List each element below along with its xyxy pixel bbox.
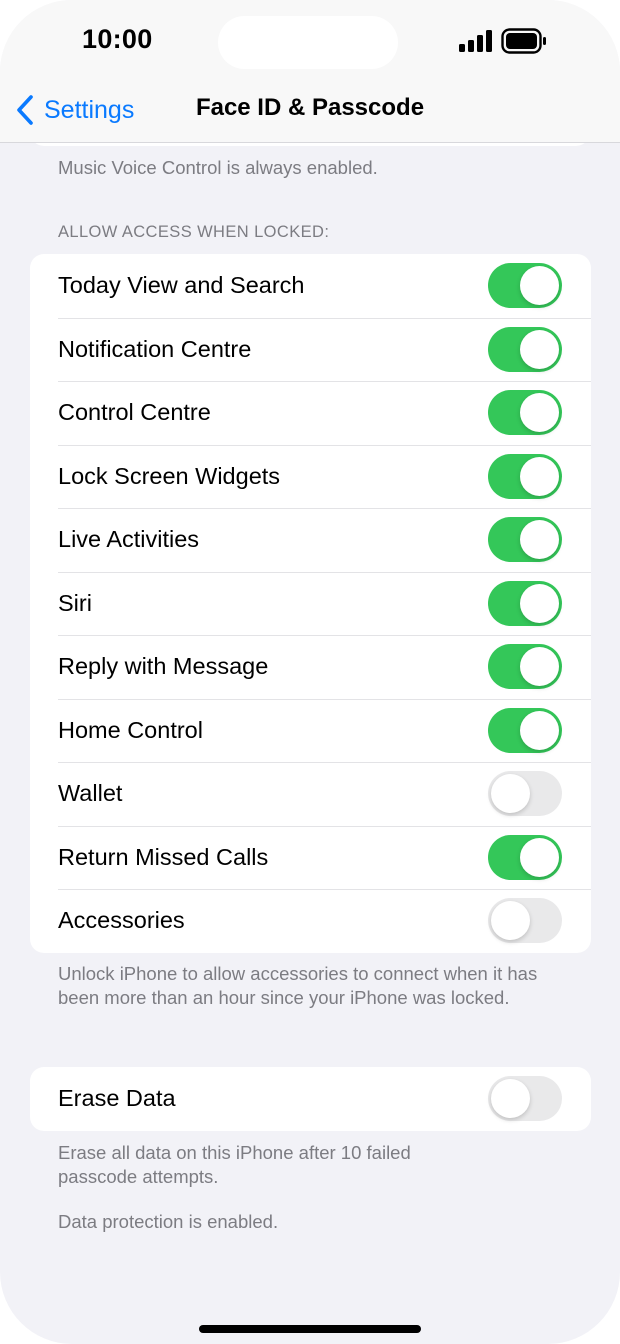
row-return-missed-calls[interactable]: Return Missed Calls — [30, 825, 591, 890]
toggle-knob — [520, 583, 559, 623]
row-label: Siri — [58, 589, 92, 616]
erase-data-group: Erase Data — [30, 1067, 591, 1131]
toggle-knob — [520, 710, 559, 750]
allow-access-group: Today View and Search Notification Centr… — [30, 254, 591, 953]
row-today-view[interactable]: Today View and Search — [30, 254, 591, 318]
erase-data-toggle[interactable] — [488, 1076, 562, 1122]
return-missed-calls-toggle[interactable] — [488, 834, 562, 880]
siri-toggle[interactable] — [488, 580, 562, 626]
row-home-control[interactable]: Home Control — [30, 698, 591, 763]
row-label: Reply with Message — [58, 653, 269, 680]
row-label: Today View and Search — [58, 272, 305, 299]
row-label: Accessories — [58, 907, 185, 934]
cellular-signal-icon — [459, 30, 492, 52]
row-label: Lock Screen Widgets — [58, 462, 281, 489]
toggle-knob — [520, 393, 559, 433]
row-control-centre[interactable]: Control Centre — [30, 381, 591, 445]
live-activities-toggle[interactable] — [488, 517, 562, 563]
toggle-knob — [520, 837, 559, 877]
row-lock-screen-widgets[interactable]: Lock Screen Widgets — [30, 444, 591, 509]
row-notification-centre[interactable]: Notification Centre — [30, 317, 591, 382]
toggle-knob — [520, 266, 559, 306]
toggle-knob — [520, 520, 559, 560]
toggle-knob — [520, 647, 559, 687]
erase-data-footer: Erase all data on this iPhone after 10 f… — [58, 1142, 411, 1187]
toggle-knob — [520, 329, 559, 369]
accessories-footer: Unlock iPhone to allow accessories to co… — [58, 963, 538, 1008]
accessories-toggle[interactable] — [488, 898, 562, 944]
row-erase-data[interactable]: Erase Data — [30, 1067, 591, 1131]
row-label: Return Missed Calls — [58, 843, 269, 870]
page-title: Face ID & Passcode — [195, 94, 425, 121]
navigation-bar: 10:00 Settings Face ID & Passcode — [0, 0, 620, 143]
toggle-knob — [491, 901, 530, 941]
row-label: Erase Data — [58, 1085, 176, 1112]
wallet-toggle[interactable] — [488, 771, 562, 817]
row-label: Control Centre — [58, 399, 211, 426]
battery-icon — [501, 28, 546, 54]
allow-access-header: ALLOW ACCESS WHEN LOCKED: — [58, 223, 330, 241]
row-wallet[interactable]: Wallet — [30, 762, 591, 826]
dynamic-island — [218, 16, 398, 69]
phone-screen: Music Voice Control is always enabled. A… — [0, 0, 620, 1344]
music-voice-control-footer: Music Voice Control is always enabled. — [58, 157, 378, 178]
row-label: Home Control — [58, 716, 203, 743]
notification-centre-toggle[interactable] — [488, 326, 562, 372]
row-label: Wallet — [58, 780, 123, 807]
toggle-knob — [491, 774, 530, 814]
row-label: Live Activities — [58, 526, 200, 553]
control-centre-toggle[interactable] — [488, 390, 562, 436]
toggle-knob — [520, 456, 559, 496]
toggle-knob — [491, 1079, 530, 1119]
home-indicator[interactable] — [199, 1325, 421, 1333]
reply-with-message-toggle[interactable] — [488, 644, 562, 690]
data-protection-note: Data protection is enabled. — [58, 1211, 279, 1232]
row-siri[interactable]: Siri — [30, 571, 591, 636]
row-reply-with-message[interactable]: Reply with Message — [30, 635, 591, 699]
lock-screen-widgets-toggle[interactable] — [488, 453, 562, 499]
status-time: 10:00 — [82, 24, 153, 54]
today-view-toggle[interactable] — [488, 263, 562, 309]
row-accessories[interactable]: Accessories — [30, 889, 591, 953]
row-live-activities[interactable]: Live Activities — [30, 508, 591, 572]
row-label: Notification Centre — [58, 335, 252, 362]
home-control-toggle[interactable] — [488, 707, 562, 753]
